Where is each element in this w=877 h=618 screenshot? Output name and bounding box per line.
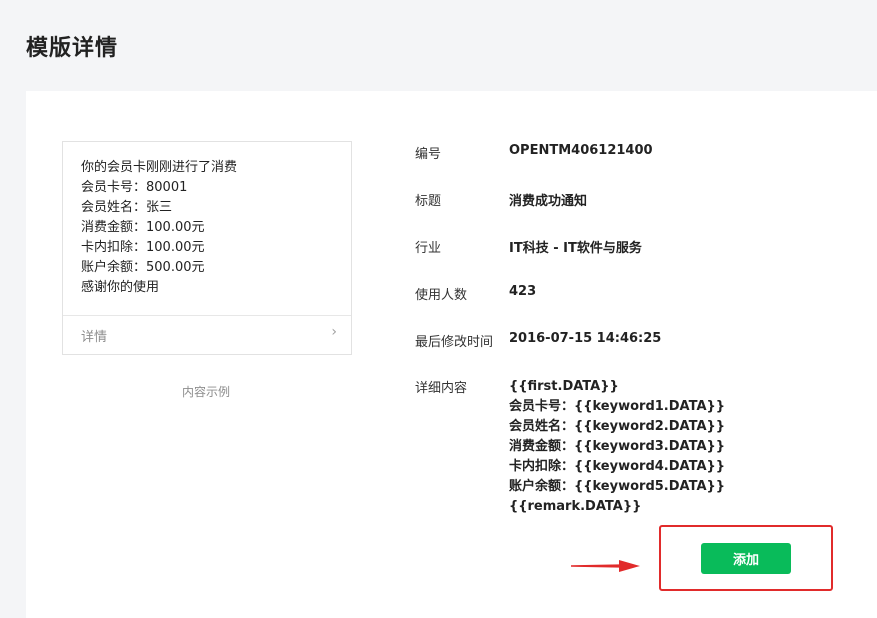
preview-line: 消费金额：100.00元 (81, 220, 205, 235)
content-line: {{remark.DATA}} (509, 499, 642, 514)
arrow-right-icon (571, 560, 640, 572)
template-industry: IT科技 - IT软件与服务 (509, 241, 642, 256)
preview-detail-label: 详情 (81, 330, 108, 345)
template-content: {{first.DATA}} 会员卡号：{{keyword1.DATA}} 会员… (509, 377, 725, 517)
info-label: 行业 (415, 241, 442, 256)
last-modified-time: 2016-07-15 14:46:25 (509, 331, 662, 346)
content-line: 会员姓名：{{keyword2.DATA}} (509, 419, 726, 434)
preview-line: 感谢你的使用 (81, 280, 160, 295)
message-preview-card: 你的会员卡刚刚进行了消费 会员卡号：80001 会员姓名：张三 消费金额：100… (62, 141, 352, 355)
info-label: 最后修改时间 (415, 335, 494, 350)
preview-line: 卡内扣除：100.00元 (81, 240, 205, 255)
template-title: 消费成功通知 (509, 194, 588, 209)
chevron-right-icon: › (331, 324, 337, 340)
info-label: 编号 (415, 147, 442, 162)
usage-count: 423 (509, 284, 537, 299)
content-line: 卡内扣除：{{keyword4.DATA}} (509, 459, 726, 474)
info-label: 详细内容 (415, 381, 468, 396)
info-label: 标题 (415, 194, 442, 209)
preview-body: 你的会员卡刚刚进行了消费 会员卡号：80001 会员姓名：张三 消费金额：100… (81, 158, 339, 298)
content-line: {{first.DATA}} (509, 379, 619, 394)
preview-line: 账户余额：500.00元 (81, 260, 205, 275)
preview-line: 会员卡号：80001 (81, 180, 188, 195)
content-line: 账户余额：{{keyword5.DATA}} (509, 479, 726, 494)
preview-detail-row[interactable]: 详情 › (63, 315, 351, 355)
content-panel: 你的会员卡刚刚进行了消费 会员卡号：80001 会员姓名：张三 消费金额：100… (26, 91, 877, 618)
add-button[interactable]: 添加 (701, 543, 791, 574)
preview-caption: 内容示例 (181, 385, 230, 399)
preview-line: 你的会员卡刚刚进行了消费 (81, 160, 238, 175)
template-number: OPENTM406121400 (509, 143, 653, 158)
info-label: 使用人数 (415, 288, 468, 303)
content-line: 消费金额：{{keyword3.DATA}} (509, 439, 726, 454)
page-title: 模版详情 (26, 36, 119, 61)
content-line: 会员卡号：{{keyword1.DATA}} (509, 399, 726, 414)
preview-line: 会员姓名：张三 (81, 200, 173, 215)
